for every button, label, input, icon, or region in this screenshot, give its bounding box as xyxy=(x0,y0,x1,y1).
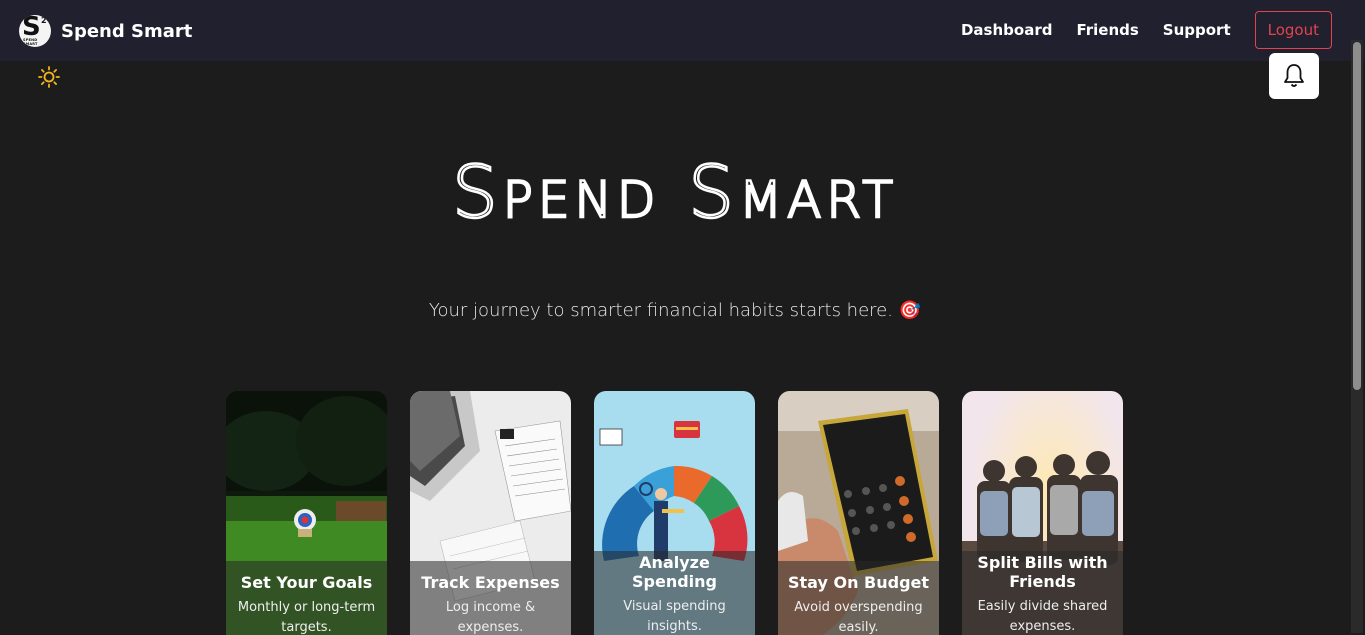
logout-button[interactable]: Logout xyxy=(1254,11,1332,49)
sun-icon[interactable] xyxy=(37,65,61,89)
card-overlay: Analyze Spending Visual spending insight… xyxy=(594,551,755,635)
feature-cards: Set Your Goals Monthly or long-term targ… xyxy=(226,391,1123,635)
card-description: Avoid overspending easily. xyxy=(794,600,923,635)
card-title: Analyze Spending xyxy=(632,553,717,591)
card-title: Split Bills with Friends xyxy=(977,553,1108,591)
card-title: Stay On Budget xyxy=(787,573,930,592)
card-description: Easily divide shared expenses. xyxy=(977,599,1108,634)
card-title: Set Your Goals xyxy=(240,573,373,592)
brand[interactable]: S 2 SPEND SMART Spend Smart xyxy=(19,15,192,47)
hero-tagline: Your journey to smarter financial habits… xyxy=(428,300,922,321)
app-logo: S 2 SPEND SMART xyxy=(19,15,51,47)
card-overlay: Track Expenses Log income & expenses. xyxy=(410,561,571,635)
nav-support-link[interactable]: Support xyxy=(1163,21,1231,39)
feature-card-budget[interactable]: Stay On Budget Avoid overspending easily… xyxy=(778,391,939,635)
notifications-button[interactable] xyxy=(1269,53,1319,99)
card-title: Track Expenses xyxy=(421,573,560,592)
card-overlay: Split Bills with Friends Easily divide s… xyxy=(962,551,1123,635)
scrollbar-thumb[interactable] xyxy=(1353,42,1361,390)
card-description: Visual spending insights. xyxy=(623,599,726,634)
card-overlay: Set Your Goals Monthly or long-term targ… xyxy=(226,561,387,635)
navbar: S 2 SPEND SMART Spend Smart Dashboard Fr… xyxy=(0,0,1365,61)
bell-icon xyxy=(1284,64,1304,87)
nav-dashboard-link[interactable]: Dashboard xyxy=(961,21,1052,39)
nav-links: Dashboard Friends Support Logout xyxy=(961,11,1332,49)
card-description: Monthly or long-term targets. xyxy=(237,600,376,635)
card-description: Log income & expenses. xyxy=(445,600,536,635)
brand-name[interactable]: Spend Smart xyxy=(61,21,192,42)
feature-card-track[interactable]: Track Expenses Log income & expenses. xyxy=(410,391,571,635)
hero: Spend Smart xyxy=(0,149,1350,236)
card-overlay: Stay On Budget Avoid overspending easily… xyxy=(778,561,939,635)
nav-friends-link[interactable]: Friends xyxy=(1076,21,1138,39)
hero-title: Spend Smart xyxy=(451,149,898,236)
logo-superscript: 2 xyxy=(41,16,47,25)
logo-subtext: SPEND SMART xyxy=(23,38,38,46)
feature-card-split[interactable]: Split Bills with Friends Easily divide s… xyxy=(962,391,1123,635)
scrollbar[interactable] xyxy=(1351,40,1363,633)
feature-card-analyze[interactable]: Analyze Spending Visual spending insight… xyxy=(594,391,755,635)
feature-card-goals[interactable]: Set Your Goals Monthly or long-term targ… xyxy=(226,391,387,635)
